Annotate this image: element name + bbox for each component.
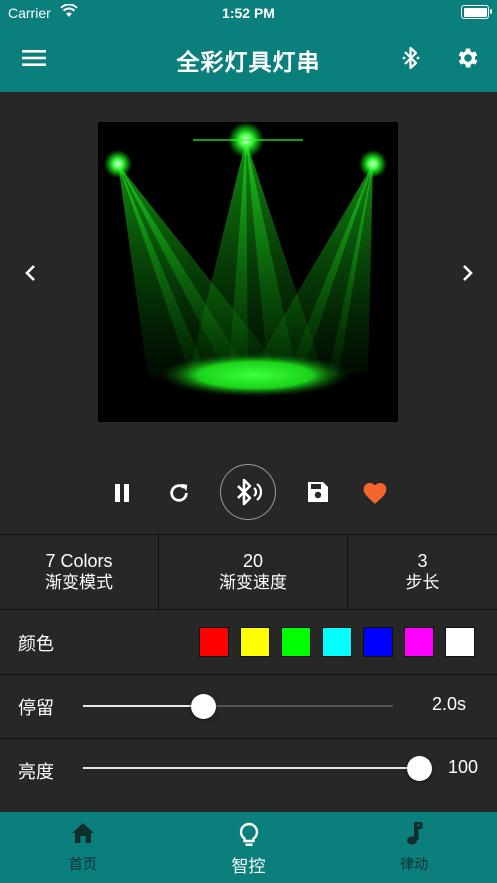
color-label: 颜色 [18,634,54,654]
save-icon[interactable] [305,479,331,505]
tab-bar: 首页 智控 律动 [0,812,497,883]
param-gradient-speed[interactable]: 20 渐变速度 [158,535,347,609]
light-effect-preview[interactable] [98,122,398,422]
stay-slider-track[interactable] [83,705,393,707]
music-note-icon [331,822,497,846]
param-value: 3 [417,551,428,571]
color-swatch-cyan[interactable] [322,627,352,657]
param-label: 渐变模式 [45,573,113,592]
bulb-icon [166,822,332,848]
pause-icon[interactable] [108,479,136,507]
chevron-left-icon[interactable] [18,257,42,289]
tab-smart-control[interactable]: 智控 [166,812,332,883]
color-swatch-red[interactable] [199,627,229,657]
param-step[interactable]: 3 步长 [347,535,497,609]
stay-value: 2.0s [432,694,467,714]
stay-row: 停留 2.0s [0,674,497,739]
stage-lights-image [98,122,398,422]
tab-label: 首页 [68,856,97,872]
param-value: 7 Colors [45,551,113,571]
color-swatch-magenta[interactable] [404,627,434,657]
color-swatch-yellow[interactable] [240,627,270,657]
color-swatches [199,627,475,657]
tab-label: 智控 [231,857,266,876]
nav-bar: 全彩灯具灯串 [0,26,497,92]
home-icon [0,822,166,844]
color-swatch-white[interactable] [445,627,475,657]
clock: 1:52 PM [222,5,275,21]
brightness-slider-track[interactable] [83,767,419,769]
bluetooth-connect-button[interactable] [220,464,276,520]
tab-rhythm[interactable]: 律动 [331,812,497,883]
param-value: 20 [242,551,264,571]
playback-controls [0,464,497,524]
bluetooth-icon[interactable] [396,42,426,74]
stay-label: 停留 [18,698,54,718]
color-swatch-green[interactable] [281,627,311,657]
param-gradient-mode[interactable]: 7 Colors 渐变模式 [0,535,158,609]
stay-slider-thumb[interactable] [191,694,217,719]
refresh-icon[interactable] [165,479,193,507]
chevron-right-icon[interactable] [456,257,480,289]
brightness-value: 100 [448,757,479,777]
tab-label: 律动 [400,856,429,872]
gear-icon[interactable] [452,42,484,74]
status-bar: Carrier 1:52 PM [0,0,497,26]
color-swatch-blue[interactable] [363,627,393,657]
heart-icon[interactable] [361,479,389,507]
main-panel: 7 Colors 渐变模式 20 渐变速度 3 步长 颜色 停留 2.0s 亮度… [0,92,497,812]
brightness-slider-thumb[interactable] [406,756,432,781]
param-label: 步长 [405,573,440,592]
brightness-label: 亮度 [18,762,54,782]
bluetooth-audio-icon [237,478,263,506]
param-label: 渐变速度 [219,573,287,592]
battery-icon [461,5,492,19]
brightness-row: 亮度 100 [0,738,497,800]
tab-home[interactable]: 首页 [0,812,166,883]
effect-params: 7 Colors 渐变模式 20 渐变速度 3 步长 [0,534,497,610]
color-row: 颜色 [0,608,497,675]
